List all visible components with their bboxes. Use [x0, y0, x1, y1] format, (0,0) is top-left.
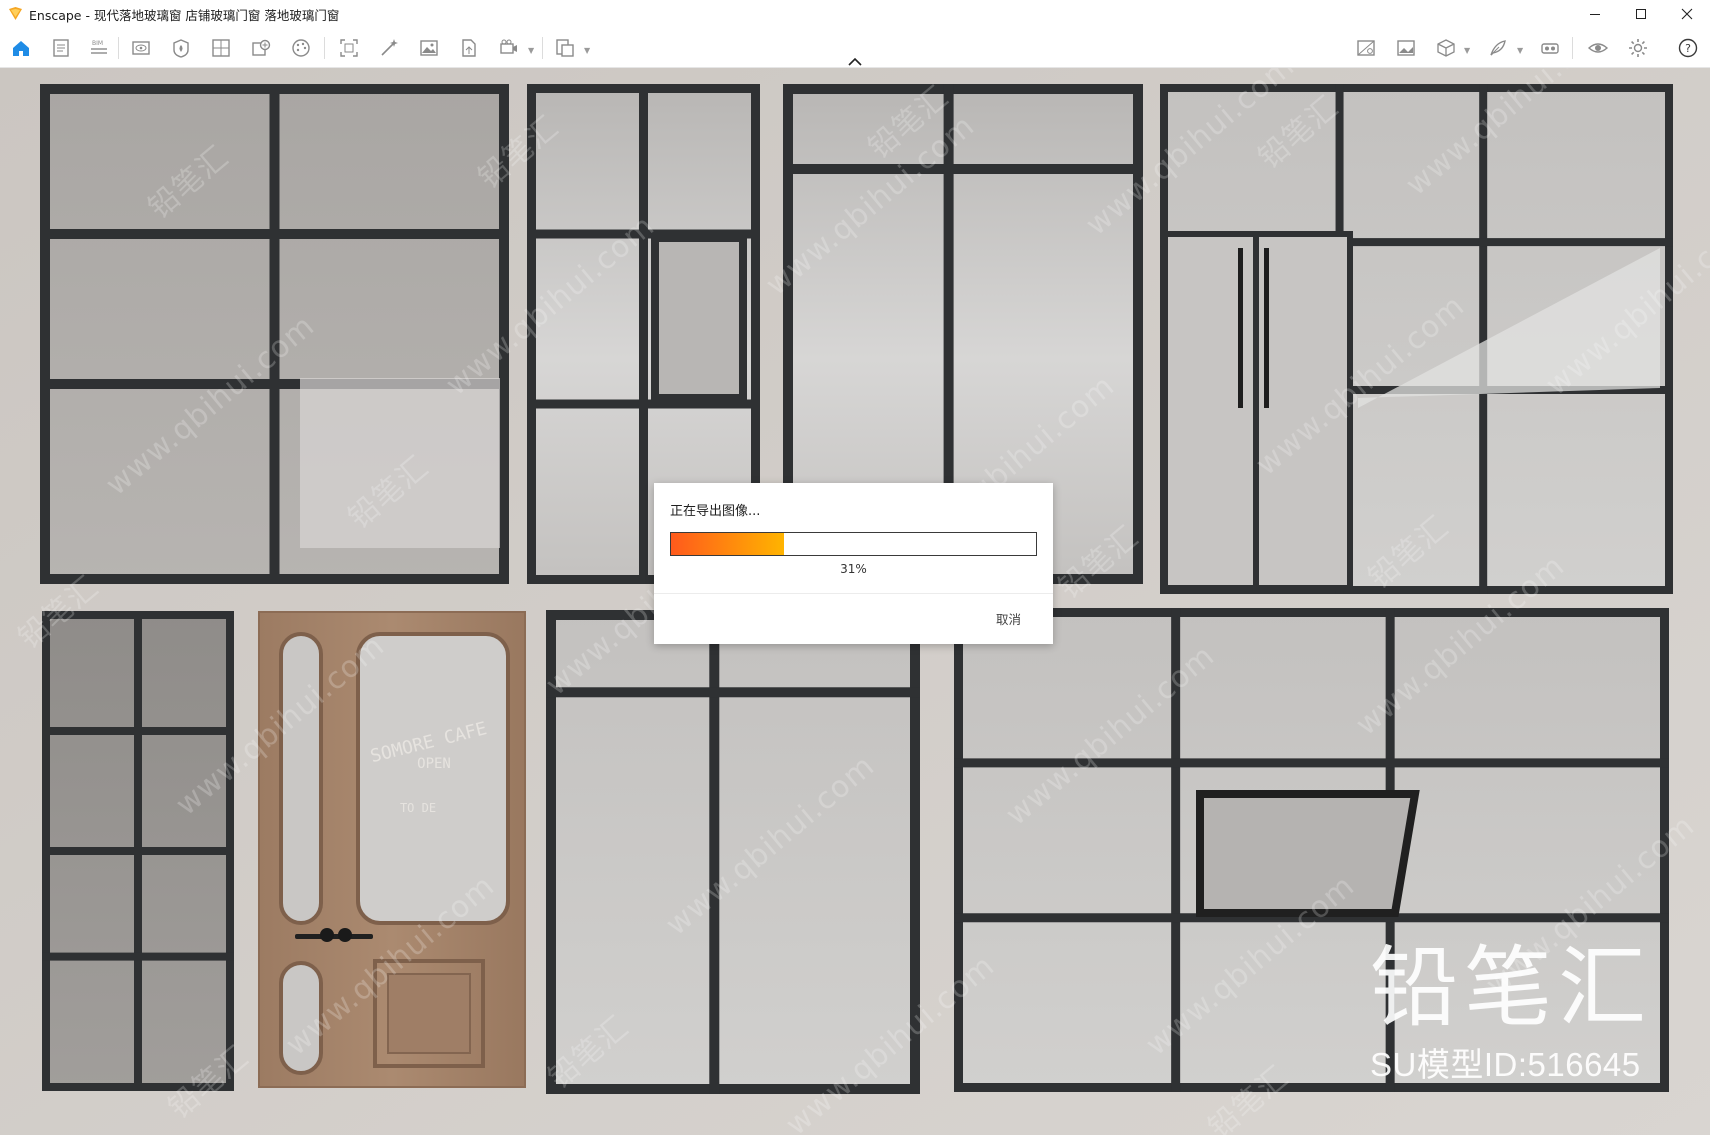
image-settings-icon[interactable]: [1353, 35, 1379, 61]
toolbar-separator: [118, 37, 119, 59]
brand-watermark: 铅笔汇 SU模型ID:516645: [1370, 938, 1670, 1086]
video-icon[interactable]: [496, 35, 522, 61]
chevron-down-icon[interactable]: ▼: [1517, 46, 1523, 55]
material-icon[interactable]: [168, 35, 194, 61]
visibility-icon[interactable]: [1585, 35, 1611, 61]
window-panel-e: [42, 611, 234, 1091]
window-title: Enscape - 现代落地玻璃窗 店铺玻璃门窗 落地玻璃门窗: [29, 8, 340, 23]
model-id: SU模型ID:516645: [1370, 1046, 1641, 1083]
chevron-up-icon[interactable]: [846, 55, 864, 67]
window-panel-f: [546, 610, 920, 1094]
help-icon[interactable]: ?: [1675, 35, 1701, 61]
chevron-down-icon[interactable]: ▼: [584, 46, 590, 55]
grid-icon[interactable]: [208, 35, 234, 61]
title-bar: Enscape - 现代落地玻璃窗 店铺玻璃门窗 落地玻璃门窗: [0, 0, 1710, 27]
image-icon[interactable]: [416, 35, 442, 61]
chevron-down-icon[interactable]: ▼: [1464, 46, 1470, 55]
batch-render-icon[interactable]: [552, 35, 578, 61]
export-progress-dialog: 正在导出图像... 31% 取消: [654, 483, 1053, 644]
maximize-button[interactable]: [1618, 0, 1664, 27]
enscape-logo-icon: [8, 6, 23, 21]
brand-name: 铅笔汇: [1370, 936, 1653, 1039]
magic-wand-icon[interactable]: [376, 35, 402, 61]
dialog-divider: [654, 593, 1053, 594]
cancel-button[interactable]: 取消: [992, 607, 1025, 630]
gallery-icon[interactable]: [1393, 35, 1419, 61]
document-icon[interactable]: [48, 35, 74, 61]
svg-text:BIM: BIM: [92, 40, 103, 47]
dialog-title: 正在导出图像...: [670, 504, 761, 519]
progress-fill: [671, 533, 785, 555]
palette-icon[interactable]: [288, 35, 314, 61]
asset-add-icon[interactable]: [248, 35, 274, 61]
progress-percent: 31%: [840, 562, 867, 576]
eye-view-icon[interactable]: [128, 35, 154, 61]
wooden-cafe-door: SOMORE CAFE OPEN TO DE: [258, 611, 526, 1088]
file-export-icon[interactable]: [456, 35, 482, 61]
svg-text:?: ?: [1685, 42, 1691, 55]
home-icon[interactable]: [8, 35, 34, 61]
feather-icon[interactable]: [1485, 35, 1511, 61]
bim-icon[interactable]: BIM: [86, 35, 112, 61]
door-sign-line-2: OPEN: [417, 756, 451, 772]
toolbar-separator: [542, 37, 543, 59]
door-sign-line-3: TO DE: [400, 801, 436, 815]
progress-bar: [670, 532, 1037, 556]
settings-icon[interactable]: [1625, 35, 1651, 61]
toolbar-separator: [1572, 37, 1573, 59]
vr-headset-icon[interactable]: [1537, 35, 1563, 61]
cube-icon[interactable]: [1433, 35, 1459, 61]
minimize-button[interactable]: [1572, 0, 1618, 27]
close-button[interactable]: [1664, 0, 1710, 27]
toolbar-separator: [324, 37, 325, 59]
chevron-down-icon[interactable]: ▼: [528, 46, 534, 55]
frame-icon[interactable]: [336, 35, 362, 61]
